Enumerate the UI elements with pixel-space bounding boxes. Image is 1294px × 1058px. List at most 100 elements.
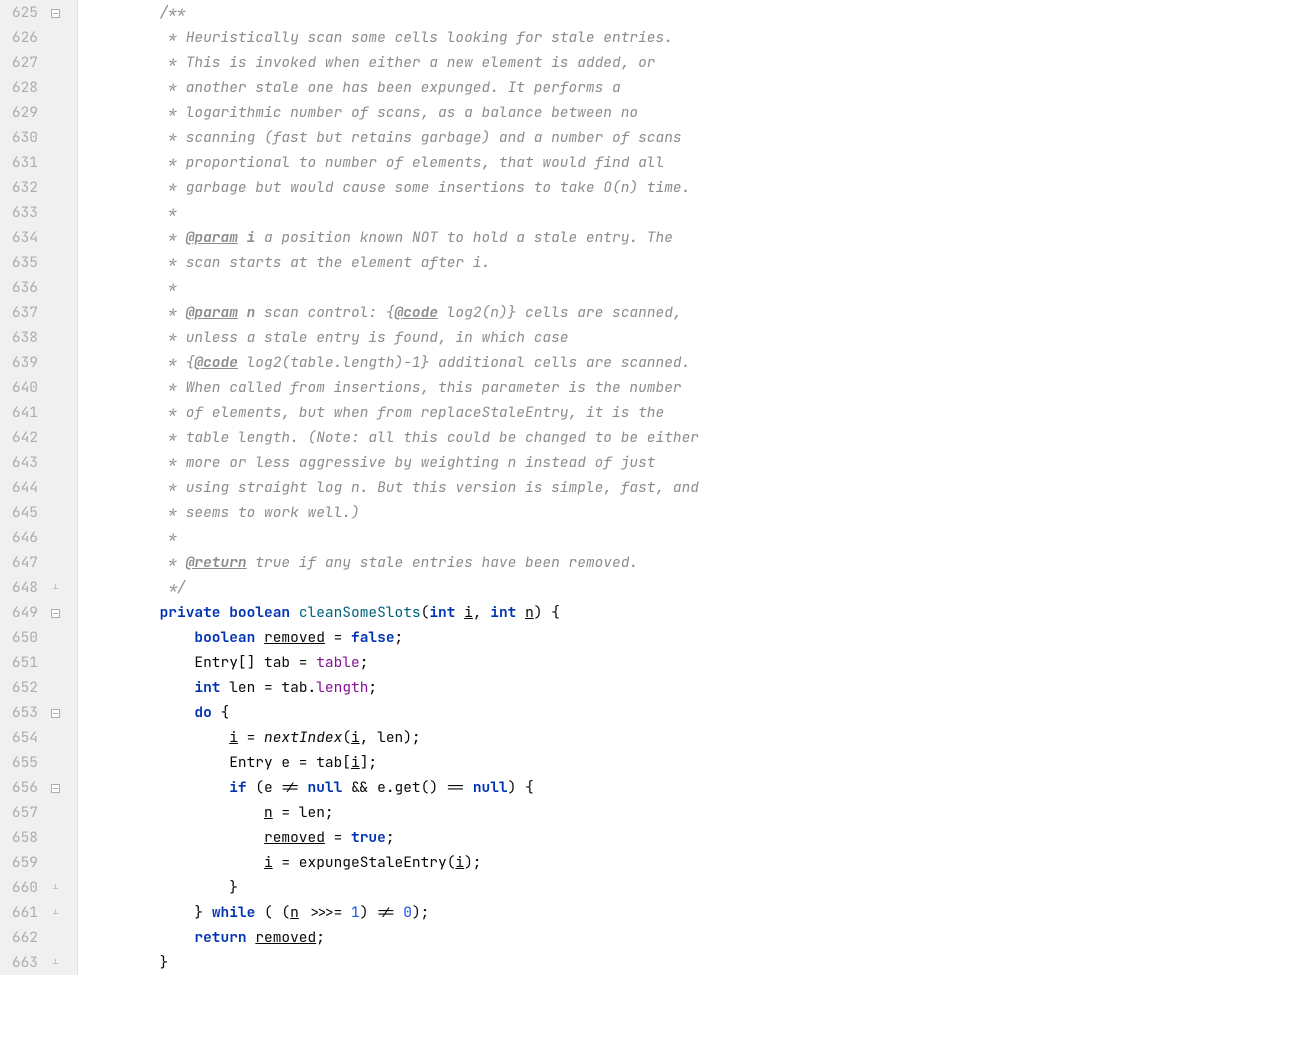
code-line[interactable]: boolean removed = false; (90, 625, 1294, 650)
fold-expand-icon[interactable] (50, 8, 60, 18)
line-number[interactable]: 637 (0, 300, 38, 325)
line-number[interactable]: 640 (0, 375, 38, 400)
fold-expand-icon[interactable] (50, 783, 60, 793)
code-line[interactable]: * proportional to number of elements, th… (90, 150, 1294, 175)
fold-end-icon[interactable] (50, 908, 60, 918)
line-number[interactable]: 634 (0, 225, 38, 250)
code-line[interactable]: n = len; (90, 800, 1294, 825)
code-line[interactable]: i = expungeStaleEntry(i); (90, 850, 1294, 875)
code-line[interactable]: i = nextIndex(i, len); (90, 725, 1294, 750)
code-line[interactable]: Entry[] tab = table; (90, 650, 1294, 675)
line-number[interactable]: 630 (0, 125, 38, 150)
line-number[interactable]: 647 (0, 550, 38, 575)
code-line[interactable]: } (90, 875, 1294, 900)
line-number[interactable]: 642 (0, 425, 38, 450)
line-number[interactable]: 659 (0, 850, 38, 875)
line-number[interactable]: 643 (0, 450, 38, 475)
code-line[interactable]: * When called from insertions, this para… (90, 375, 1294, 400)
token-doctag: @return (186, 553, 247, 572)
line-number[interactable]: 636 (0, 275, 38, 300)
code-line[interactable]: * @param n scan control: {@code log2(n)}… (90, 300, 1294, 325)
code-line[interactable]: return removed; (90, 925, 1294, 950)
code-line[interactable]: } while ( (n >>>= 1) != 0); (90, 900, 1294, 925)
code-line[interactable]: * logarithmic number of scans, as a bala… (90, 100, 1294, 125)
line-number[interactable]: 631 (0, 150, 38, 175)
line-number[interactable]: 625 (0, 0, 38, 25)
token-comment: * When called from insertions, this para… (90, 378, 682, 397)
code-line[interactable]: * seems to work well.) (90, 500, 1294, 525)
line-number[interactable]: 651 (0, 650, 38, 675)
fold-end-icon[interactable] (50, 883, 60, 893)
line-number[interactable]: 658 (0, 825, 38, 850)
token-comment: * logarithmic number of scans, as a bala… (90, 103, 638, 122)
code-line[interactable]: * Heuristically scan some cells looking … (90, 25, 1294, 50)
token-comment: * (90, 228, 186, 247)
code-line[interactable]: * garbage but would cause some insertion… (90, 175, 1294, 200)
line-number[interactable]: 655 (0, 750, 38, 775)
line-number[interactable]: 648 (0, 575, 38, 600)
code-line[interactable]: * @return true if any stale entries have… (90, 550, 1294, 575)
token-plain: Entry[] tab = (90, 653, 316, 672)
code-line[interactable]: if (e != null && e.get() == null) { (90, 775, 1294, 800)
fold-end-icon[interactable] (50, 958, 60, 968)
line-number[interactable]: 629 (0, 100, 38, 125)
code-line[interactable]: Entry e = tab[i]; (90, 750, 1294, 775)
line-number[interactable]: 650 (0, 625, 38, 650)
code-line[interactable]: * (90, 525, 1294, 550)
token-comment: log2(table.length)-1} additional cells a… (238, 353, 690, 372)
line-number[interactable]: 663 (0, 950, 38, 975)
code-line[interactable]: * {@code log2(table.length)-1} additiona… (90, 350, 1294, 375)
token-keyword: boolean (194, 628, 255, 647)
token-plain (290, 603, 299, 622)
code-line[interactable]: * This is invoked when either a new elem… (90, 50, 1294, 75)
line-number[interactable]: 641 (0, 400, 38, 425)
code-line[interactable]: /** (90, 0, 1294, 25)
line-number[interactable]: 652 (0, 675, 38, 700)
line-number[interactable]: 660 (0, 875, 38, 900)
code-line[interactable]: * more or less aggressive by weighting n… (90, 450, 1294, 475)
fold-end-icon[interactable] (50, 583, 60, 593)
line-number[interactable]: 635 (0, 250, 38, 275)
token-plain: ); (412, 903, 429, 922)
line-number[interactable]: 662 (0, 925, 38, 950)
code-line[interactable]: do { (90, 700, 1294, 725)
fold-expand-icon[interactable] (50, 708, 60, 718)
code-line[interactable]: * of elements, but when from replaceStal… (90, 400, 1294, 425)
code-line[interactable]: * @param i a position known NOT to hold … (90, 225, 1294, 250)
line-number[interactable]: 646 (0, 525, 38, 550)
code-line[interactable]: int len = tab.length; (90, 675, 1294, 700)
code-line[interactable]: private boolean cleanSomeSlots(int i, in… (90, 600, 1294, 625)
fold-expand-icon[interactable] (50, 608, 60, 618)
line-number[interactable]: 654 (0, 725, 38, 750)
code-line[interactable]: * using straight log n. But this version… (90, 475, 1294, 500)
line-number[interactable]: 649 (0, 600, 38, 625)
code-editor[interactable]: /** * Heuristically scan some cells look… (78, 0, 1294, 975)
line-number[interactable]: 661 (0, 900, 38, 925)
line-number[interactable]: 633 (0, 200, 38, 225)
line-number[interactable]: 639 (0, 350, 38, 375)
code-line[interactable]: */ (90, 575, 1294, 600)
code-line[interactable]: * another stale one has been expunged. I… (90, 75, 1294, 100)
line-number[interactable]: 656 (0, 775, 38, 800)
code-line[interactable]: * scan starts at the element after i. (90, 250, 1294, 275)
token-plain: , (473, 603, 490, 622)
token-param: n (290, 903, 299, 922)
line-number[interactable]: 657 (0, 800, 38, 825)
code-line[interactable]: * unless a stale entry is found, in whic… (90, 325, 1294, 350)
line-number[interactable]: 632 (0, 175, 38, 200)
line-number[interactable]: 626 (0, 25, 38, 50)
token-keyword: int (429, 603, 455, 622)
code-line[interactable]: * (90, 275, 1294, 300)
line-number[interactable]: 645 (0, 500, 38, 525)
line-number[interactable]: 653 (0, 700, 38, 725)
line-number[interactable]: 628 (0, 75, 38, 100)
code-line[interactable]: } (90, 950, 1294, 975)
code-line[interactable]: * scanning (fast but retains garbage) an… (90, 125, 1294, 150)
line-number[interactable]: 627 (0, 50, 38, 75)
line-number[interactable]: 644 (0, 475, 38, 500)
code-line[interactable]: * table length. (Note: all this could be… (90, 425, 1294, 450)
line-number[interactable]: 638 (0, 325, 38, 350)
code-line[interactable]: removed = true; (90, 825, 1294, 850)
code-line[interactable]: * (90, 200, 1294, 225)
token-doctag: @code (194, 353, 238, 372)
